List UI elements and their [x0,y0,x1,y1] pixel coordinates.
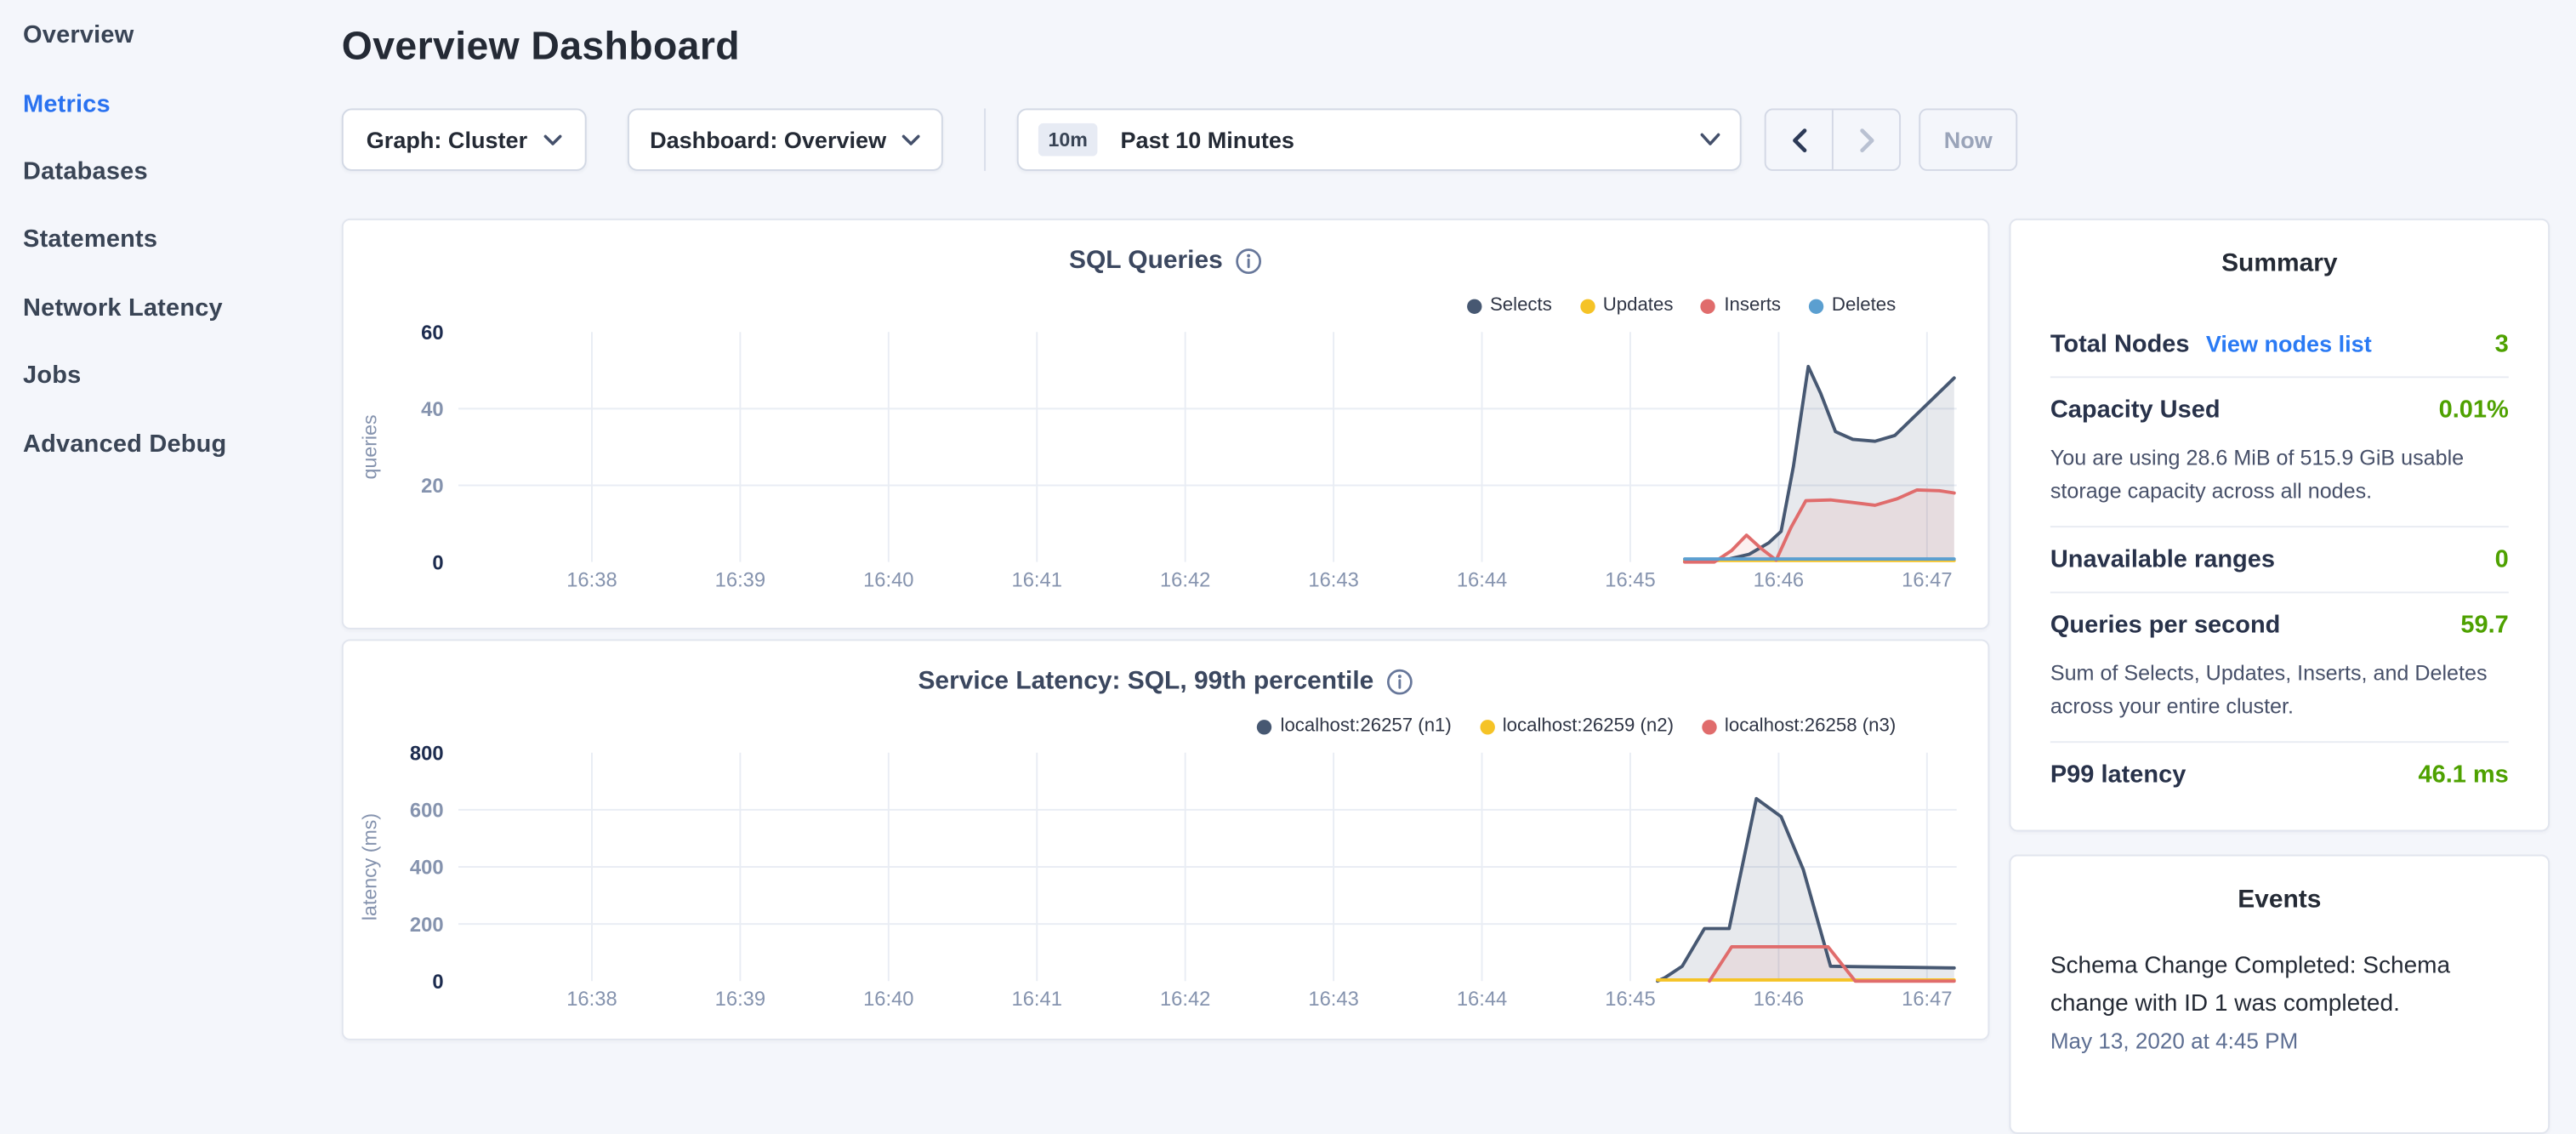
chevron-right-icon [1859,128,1874,152]
svg-text:16:42: 16:42 [1160,988,1210,1011]
time-range-label: Past 10 Minutes [1121,127,1294,153]
summary-section-p99: P99 latency 46.1 ms [2050,743,2509,806]
summary-section-capacity: Capacity Used 0.01% You are using 28.6 M… [2050,378,2509,527]
now-button[interactable]: Now [1919,108,2017,170]
svg-text:16:47: 16:47 [1902,569,1952,592]
total-nodes-value: 3 [2495,330,2509,358]
time-range-badge: 10m [1038,123,1098,157]
summary-section-total-nodes: Total Nodes View nodes list 3 [2050,312,2509,378]
sidebar-item-overview[interactable]: Overview [0,2,322,70]
svg-text:60: 60 [421,322,443,345]
event-timestamp: May 13, 2020 at 4:45 PM [2050,1029,2509,1053]
chevron-down-icon [902,134,920,145]
p99-latency-value: 46.1 ms [2418,761,2508,789]
svg-text:16:38: 16:38 [566,988,617,1011]
summary-section-unavailable: Unavailable ranges 0 [2050,527,2509,593]
svg-text:400: 400 [410,857,444,880]
time-range-selector[interactable]: 10m Past 10 Minutes [1017,108,1742,170]
svg-text:queries: queries [358,414,380,479]
capacity-used-label: Capacity Used [2050,396,2221,425]
svg-text:16:40: 16:40 [863,988,913,1011]
qps-description: Sum of Selects, Updates, Inserts, and De… [2050,658,2509,742]
service-latency-card: Service Latency: SQL, 99th percentile lo… [342,639,1990,1040]
chevron-left-icon [1792,128,1806,152]
svg-text:16:38: 16:38 [566,569,617,592]
view-nodes-list-link[interactable]: View nodes list [2206,330,2372,356]
svg-text:0: 0 [432,551,443,574]
dashboard-dropdown-label: Dashboard: Overview [650,127,886,153]
svg-text:latency (ms): latency (ms) [358,813,380,920]
events-panel: Events Schema Change Completed: Schema c… [2010,855,2550,1134]
page-title: Overview Dashboard [342,25,740,71]
sidebar-item-metrics[interactable]: Metrics [0,70,322,138]
events-title: Events [2050,886,2509,915]
event-list-item: Schema Change Completed: Schema change w… [2050,949,2509,1053]
summary-panel: Summary Total Nodes View nodes list 3 Ca… [2010,219,2550,832]
p99-latency-label: P99 latency [2050,761,2186,789]
sidebar: OverviewMetricsDatabasesStatementsNetwor… [0,0,322,1053]
svg-text:16:44: 16:44 [1457,988,1507,1011]
svg-text:200: 200 [410,914,444,937]
unavailable-ranges-value: 0 [2495,545,2509,573]
svg-text:20: 20 [421,475,443,498]
chevron-down-icon [1700,133,1720,145]
svg-text:600: 600 [410,800,444,823]
graph-dropdown-label: Graph: Cluster [367,127,527,153]
svg-text:16:45: 16:45 [1605,569,1655,592]
controls-bar: Graph: Cluster Dashboard: Overview 10m P… [342,108,2017,170]
chevron-down-icon [543,134,561,145]
svg-text:16:40: 16:40 [863,569,913,592]
svg-text:16:43: 16:43 [1308,569,1358,592]
summary-title: Summary [2050,250,2509,280]
time-pager [1765,108,1901,170]
divider [984,108,986,170]
sidebar-item-statements[interactable]: Statements [0,206,322,274]
capacity-used-description: You are using 28.6 MiB of 515.9 GiB usab… [2050,442,2509,527]
graph-dropdown[interactable]: Graph: Cluster [342,108,587,170]
time-forward-button[interactable] [1834,110,1899,169]
sidebar-item-advanced-debug[interactable]: Advanced Debug [0,410,322,478]
svg-text:16:47: 16:47 [1902,988,1952,1011]
unavailable-ranges-label: Unavailable ranges [2050,545,2275,573]
app-root: OverviewMetricsDatabasesStatementsNetwor… [0,0,2576,1051]
svg-text:16:46: 16:46 [1754,988,1804,1011]
svg-text:16:39: 16:39 [715,988,765,1011]
svg-text:800: 800 [410,742,444,765]
svg-text:0: 0 [432,971,443,994]
dashboard-dropdown[interactable]: Dashboard: Overview [628,108,943,170]
total-nodes-label: Total Nodes [2050,330,2190,358]
sidebar-item-network-latency[interactable]: Network Latency [0,274,322,342]
svg-text:16:39: 16:39 [715,569,765,592]
time-back-button[interactable] [1766,110,1832,169]
service-latency-chart[interactable]: 16:38 16:39 16:40 16:41 16:42 16:43 16:44 16:45… [344,641,1988,1038]
qps-value: 59.7 [2460,612,2508,640]
sidebar-item-jobs[interactable]: Jobs [0,342,322,410]
qps-label: Queries per second [2050,612,2281,640]
sidebar-item-databases[interactable]: Databases [0,138,322,206]
svg-text:40: 40 [421,398,443,421]
sql-queries-card: SQL Queries SelectsUpdatesInsertsDeletes… [342,219,1990,630]
svg-text:16:45: 16:45 [1605,988,1655,1011]
svg-text:16:46: 16:46 [1754,569,1804,592]
event-message: Schema Change Completed: Schema change w… [2050,949,2509,1023]
svg-text:16:41: 16:41 [1012,988,1062,1011]
svg-text:16:44: 16:44 [1457,569,1507,592]
summary-section-qps: Queries per second 59.7 Sum of Selects, … [2050,593,2509,743]
svg-text:16:41: 16:41 [1012,569,1062,592]
sql-queries-chart[interactable]: 16:38 16:39 16:40 16:41 16:42 16:43 16:44 16:45… [344,220,1988,628]
svg-text:16:43: 16:43 [1308,988,1358,1011]
svg-text:16:42: 16:42 [1160,569,1210,592]
capacity-used-value: 0.01% [2439,396,2509,425]
